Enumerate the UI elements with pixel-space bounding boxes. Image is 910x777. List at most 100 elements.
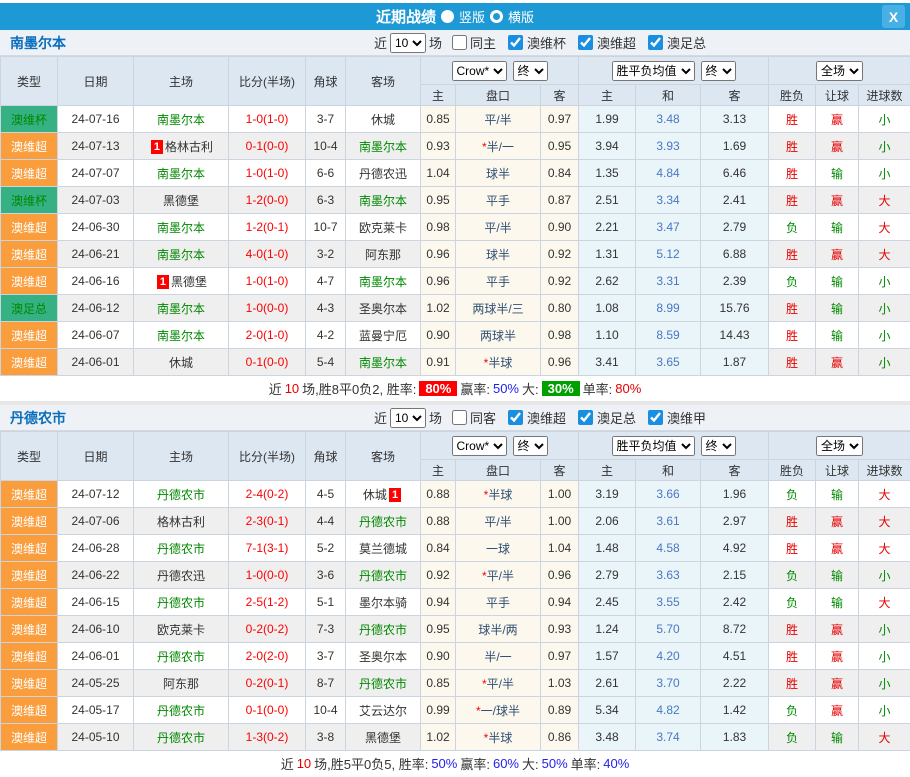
match-result: 负 [769, 214, 816, 241]
home-team: 欧克莱卡 [134, 616, 229, 643]
asian-home-odds: 1.02 [421, 724, 456, 751]
corner-count: 5-4 [306, 349, 346, 376]
match-date: 24-07-12 [58, 481, 134, 508]
euro-home-odds: 1.31 [579, 241, 636, 268]
col-header: 主 [579, 460, 636, 481]
handicap-text: 球半/两 [478, 623, 517, 637]
same-venue-checkbox[interactable] [452, 35, 467, 50]
odds-stage-select[interactable]: 终 [513, 61, 548, 81]
match-date: 24-05-17 [58, 697, 134, 724]
asian-handicap: 平/半 [456, 106, 541, 133]
same-venue-checkbox[interactable] [452, 410, 467, 425]
summary-part: 赢率: [460, 754, 490, 773]
match-row: 澳维超24-06-15丹德农市2-5(1-2)5-1墨尔本骑0.94平手0.94… [1, 589, 910, 616]
euro-away-odds: 15.76 [701, 295, 769, 322]
match-date: 24-07-07 [58, 160, 134, 187]
home-team-name: 黑德堡 [163, 194, 199, 208]
away-team-name: 蓝曼宁厄 [359, 329, 407, 343]
match-result: 胜 [769, 643, 816, 670]
match-count-select[interactable]: 10 [390, 408, 426, 428]
close-button[interactable]: X [882, 5, 905, 28]
league-label: 澳足总 [667, 33, 706, 52]
league-checkbox[interactable] [648, 35, 663, 50]
corner-count: 4-3 [306, 295, 346, 322]
europe-odds-select[interactable]: 胜平负均值 [612, 61, 695, 81]
away-team-name: 南墨尔本 [359, 275, 407, 289]
home-team-name: 丹德农市 [157, 596, 205, 610]
col-header: 日期 [58, 57, 134, 106]
asian-handicap: *平/半 [456, 670, 541, 697]
euro-home-odds: 2.61 [579, 670, 636, 697]
euro-away-odds: 2.42 [701, 589, 769, 616]
europe-stage-select[interactable]: 终 [701, 61, 736, 81]
corner-count: 4-7 [306, 268, 346, 295]
europe-stage-select[interactable]: 终 [701, 436, 736, 456]
corner-count: 4-2 [306, 322, 346, 349]
asian-handicap: 两球半 [456, 322, 541, 349]
asian-handicap: 球半/两 [456, 616, 541, 643]
match-result: 胜 [769, 322, 816, 349]
goals-result: 大 [859, 214, 910, 241]
match-count-select[interactable]: 10 [390, 33, 426, 53]
league-checkbox[interactable] [508, 35, 523, 50]
scope-select[interactable]: 全场 [816, 61, 863, 81]
team-name: 丹德农市 [0, 408, 170, 428]
euro-draw-odds: 3.70 [636, 670, 701, 697]
goals-result: 小 [859, 697, 910, 724]
match-row: 澳维超24-06-10欧克莱卡0-2(0-2)7-3丹德农市0.95球半/两0.… [1, 616, 910, 643]
goals-result: 大 [859, 589, 910, 616]
league-checkbox[interactable] [648, 410, 663, 425]
home-team-name: 南墨尔本 [157, 302, 205, 316]
corner-count: 8-7 [306, 670, 346, 697]
handicap-result: 赢 [816, 535, 859, 562]
euro-home-odds: 1.24 [579, 616, 636, 643]
match-date: 24-06-22 [58, 562, 134, 589]
league-checkbox[interactable] [578, 35, 593, 50]
goals-result: 小 [859, 268, 910, 295]
corner-count: 3-2 [306, 241, 346, 268]
euro-draw-odds: 3.65 [636, 349, 701, 376]
euro-home-odds: 1.48 [579, 535, 636, 562]
home-team-name: 休城 [169, 356, 193, 370]
match-score: 1-0(1-0) [229, 106, 306, 133]
same-venue-label: 同客 [470, 408, 496, 427]
euro-home-odds: 1.35 [579, 160, 636, 187]
handicap-result: 输 [816, 589, 859, 616]
match-score: 2-3(0-1) [229, 508, 306, 535]
away-team-name: 南墨尔本 [359, 356, 407, 370]
col-header: 类型 [1, 57, 58, 106]
league-badge: 澳维超 [1, 562, 58, 589]
match-row: 澳维超24-05-25阿东那0-2(0-1)8-7丹德农市0.85*平/半1.0… [1, 670, 910, 697]
asian-away-odds: 1.00 [541, 481, 579, 508]
summary-part: 80% [615, 381, 641, 396]
euro-home-odds: 2.62 [579, 268, 636, 295]
match-score: 4-0(1-0) [229, 241, 306, 268]
asian-away-odds: 0.98 [541, 322, 579, 349]
team-section: 南墨尔本近10场同主澳维杯澳维超澳足总类型日期主场比分(半场)角球客场Crow*… [0, 30, 910, 401]
home-team-name: 欧克莱卡 [157, 623, 205, 637]
asian-handicap: 球半 [456, 241, 541, 268]
league-checkbox[interactable] [578, 410, 593, 425]
away-team-name: 丹德农迅 [359, 167, 407, 181]
away-team-name: 莫兰德城 [359, 542, 407, 556]
euro-home-odds: 1.10 [579, 322, 636, 349]
scope-select[interactable]: 全场 [816, 436, 863, 456]
col-header: 胜负 [769, 460, 816, 481]
euro-draw-odds: 8.59 [636, 322, 701, 349]
odds-stage-select[interactable]: 终 [513, 436, 548, 456]
match-date: 24-05-25 [58, 670, 134, 697]
odds-company-select[interactable]: Crow* [452, 61, 507, 81]
horizontal-layout-radio[interactable] [490, 10, 503, 23]
league-checkbox[interactable] [508, 410, 523, 425]
asian-handicap: *半球 [456, 481, 541, 508]
match-date: 24-06-01 [58, 643, 134, 670]
handicap-text: 平/半 [484, 221, 511, 235]
summary-part: 场,胜8平0负2, 胜率: [302, 379, 416, 398]
euro-home-odds: 2.06 [579, 508, 636, 535]
match-date: 24-06-15 [58, 589, 134, 616]
asian-away-odds: 0.92 [541, 241, 579, 268]
europe-odds-select[interactable]: 胜平负均值 [612, 436, 695, 456]
odds-company-select[interactable]: Crow* [452, 436, 507, 456]
team-section: 丹德农市近10场同客澳维超澳足总澳维甲类型日期主场比分(半场)角球客场Crow*… [0, 401, 910, 776]
vertical-layout-radio[interactable] [441, 10, 454, 23]
